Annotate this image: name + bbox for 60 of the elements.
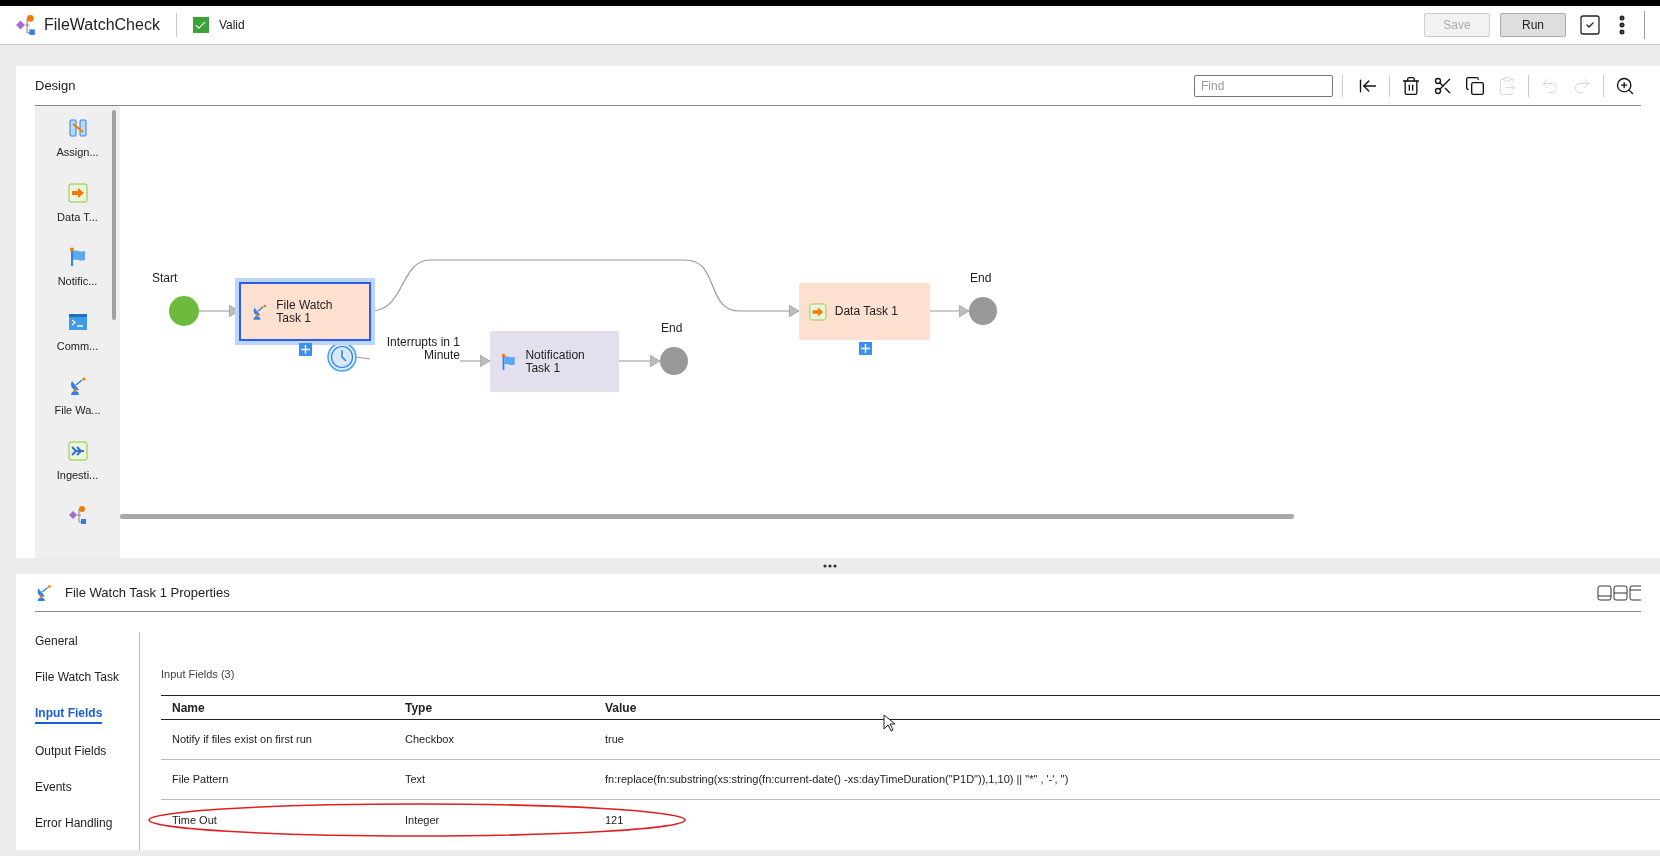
palette-item[interactable]: Notific...: [42, 247, 113, 290]
column-header: Type: [405, 699, 434, 717]
scissors-icon[interactable]: [1433, 75, 1453, 96]
table-cell-text: Notify if files exist on first run: [171, 732, 313, 748]
palette-item[interactable]: Comm...: [42, 311, 113, 354]
panel-title: Design: [35, 76, 76, 95]
checklist-icon[interactable]: [1578, 13, 1602, 37]
scrollbar[interactable]: [120, 514, 1294, 519]
section-title: Input Fields (3): [161, 668, 235, 680]
toolbar-button[interactable]: Run: [1500, 13, 1566, 37]
delete-icon[interactable]: [1401, 75, 1421, 96]
find-field[interactable]: Find: [1194, 74, 1333, 97]
process-icon: [67, 505, 88, 525]
nav-item[interactable]: Output Fields: [35, 742, 107, 760]
add-icon[interactable]: [299, 343, 312, 356]
column-header: Name: [171, 699, 206, 717]
task-node[interactable]: Notification Task 1: [490, 331, 619, 392]
node-label: End: [970, 270, 992, 287]
flag-icon: [500, 351, 518, 372]
table-cell-text: 121: [605, 812, 624, 828]
palette-item[interactable]: Data T...: [42, 182, 113, 225]
column-header: Value: [605, 699, 638, 717]
end-node[interactable]: [969, 297, 997, 325]
table-cell-text: true: [605, 732, 624, 748]
zoom-in-icon[interactable]: [1615, 75, 1635, 96]
assignment-icon: [67, 118, 88, 138]
palette-item[interactable]: Assign...: [42, 118, 113, 161]
edge-label: Interrupts in 1 Minute: [385, 336, 460, 362]
panel-title: File Watch Task 1 Properties: [65, 583, 230, 602]
satellite-dish-icon: [35, 583, 53, 602]
node-label: End: [661, 320, 683, 337]
copy-icon[interactable]: [1465, 75, 1485, 96]
table-cell-text: Text: [405, 772, 427, 788]
table-cell-text: Time Out: [171, 812, 218, 828]
nav-item[interactable]: File Watch Task: [35, 668, 120, 686]
table-cell-text: Integer: [405, 812, 441, 828]
connector-arrow: [929, 304, 970, 318]
table-cell-text: Checkbox: [405, 732, 455, 748]
process-icon: [15, 14, 37, 36]
nav-item[interactable]: General: [35, 632, 78, 650]
start-node[interactable]: [169, 296, 199, 326]
nav-item[interactable]: Input Fields: [35, 704, 103, 724]
task-node[interactable]: Data Task 1: [799, 283, 930, 340]
layout-icons[interactable]: [1597, 584, 1641, 601]
connector-arrow: [618, 354, 661, 368]
nav-item[interactable]: Events: [35, 778, 72, 796]
status-label: Valid: [218, 17, 245, 34]
add-icon[interactable]: [858, 342, 872, 355]
palette-item[interactable]: File Wa...: [42, 376, 113, 419]
end-node[interactable]: [660, 347, 688, 375]
node-label: Start: [152, 270, 178, 287]
table-cell-text: fn:replace(fn:substring(xs:string(fn:current-date() -xs:dayTimeDuration("P1D")),1,10) || "*" , '-', ''): [605, 772, 1069, 788]
drag-handle-icon[interactable]: [823, 564, 837, 568]
terminal-icon: [67, 311, 88, 332]
flag-icon: [67, 247, 88, 267]
table-cell-text: File Pattern: [171, 772, 230, 788]
scrollbar[interactable]: [112, 110, 116, 320]
palette-item[interactable]: Ingesti...: [42, 440, 113, 483]
app-title: FileWatchCheck: [44, 15, 160, 35]
nav-item[interactable]: Error Handling: [35, 814, 113, 832]
